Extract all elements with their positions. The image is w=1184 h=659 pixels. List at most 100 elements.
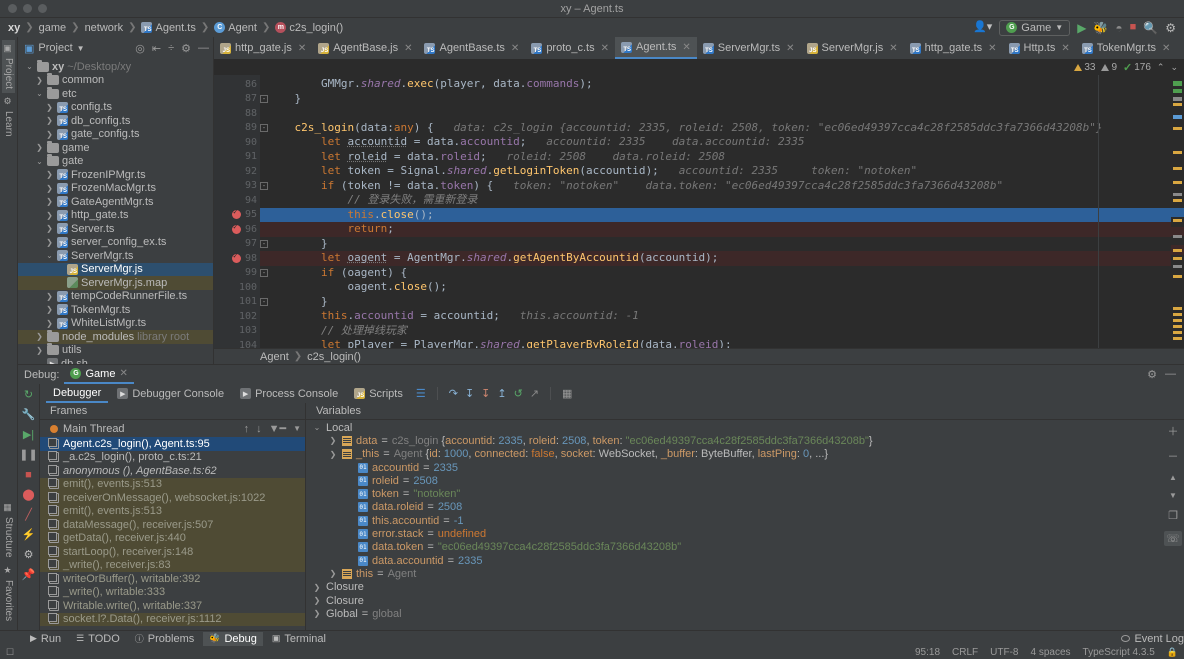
chevron-right-icon[interactable]: ❯ xyxy=(35,346,44,355)
error-stripe[interactable] xyxy=(1171,75,1184,348)
variable-row[interactable]: ❯ _this = Agent {id: 1000, connected: fal… xyxy=(306,448,1162,461)
inspection-widget[interactable]: 33 9 ✓ 176 ⌃ ⌄ xyxy=(214,59,1184,75)
tree-node-db-sh[interactable]: ·▶db.sh xyxy=(18,357,213,364)
chevron-right-icon[interactable]: ❯ xyxy=(328,450,338,459)
chevron-down-icon[interactable]: ⌄ xyxy=(35,89,44,98)
close-icon[interactable]: ✕ xyxy=(786,43,794,54)
code-line-90[interactable]: let accountid = data.accountid; accounti… xyxy=(260,135,1171,150)
tree-node-whitelistmgr-ts[interactable]: ❯ TS WhiteListMgr.ts xyxy=(18,317,213,331)
chevron-right-icon[interactable]: ❯ xyxy=(45,170,54,179)
evaluate-expression-icon[interactable]: ↗ xyxy=(530,387,539,400)
variable-row[interactable]: 01 data.token = "ec06ed49397cca4c28f2585d… xyxy=(306,541,1162,554)
tree-node-servermgr-js-map[interactable]: · ServerMgr.js.map xyxy=(18,276,213,290)
code-line-87[interactable]: } xyxy=(260,92,1171,107)
minimize-icon[interactable]: — xyxy=(1165,368,1176,381)
language-version[interactable]: TypeScript 4.3.5 xyxy=(1083,647,1155,658)
checks-count[interactable]: ✓ 176 xyxy=(1123,61,1151,74)
tab-process-console[interactable]: ▶ Process Console xyxy=(233,386,345,402)
variable-row[interactable]: ❯ data = c2s_login {accountid: 2335, role… xyxy=(306,434,1162,447)
gutter-line-94[interactable]: 94 xyxy=(214,193,260,208)
collapse-all-icon[interactable]: ⇤ xyxy=(152,42,161,55)
minimize-icon[interactable]: — xyxy=(198,42,209,54)
code-line-103[interactable]: // 处理掉线玩家 xyxy=(260,324,1171,339)
gutter-line-90[interactable]: 90 xyxy=(214,135,260,150)
run-coverage-icon[interactable]: ◓ xyxy=(1115,22,1122,34)
weak-warnings-count[interactable]: 9 xyxy=(1101,62,1117,73)
stripe-marker[interactable] xyxy=(1173,235,1182,238)
stripe-marker[interactable] xyxy=(1171,208,1184,217)
event-log-button[interactable]: Event Log xyxy=(1121,633,1184,645)
frame-item[interactable]: emit(), events.js:513 xyxy=(40,504,305,518)
filter-icon[interactable]: ▼━ xyxy=(269,422,287,435)
stripe-marker[interactable] xyxy=(1173,97,1182,101)
chevron-right-icon[interactable]: ❯ xyxy=(35,76,44,85)
close-icon[interactable]: ✕ xyxy=(682,42,690,53)
stripe-marker[interactable] xyxy=(1173,151,1182,154)
variable-row[interactable]: ❯ this = Agent xyxy=(306,567,1162,580)
frame-item[interactable]: anonymous (), AgentBase.ts:62 xyxy=(40,464,305,478)
tree-node-servermgr-ts[interactable]: ⌄ TS ServerMgr.ts xyxy=(18,249,213,263)
code-line-86[interactable]: GMMgr.shared.exec(player, data.commands)… xyxy=(260,77,1171,92)
maximize-window-button[interactable] xyxy=(38,4,47,13)
breakpoint-icon[interactable] xyxy=(232,251,241,263)
code-line-104[interactable]: let pPlayer = PlayerMgr.shared.getPlayer… xyxy=(260,338,1171,348)
stripe-marker[interactable] xyxy=(1173,337,1182,340)
code-area[interactable]: 86 87-88 89-90 91 92 93-94 95 96 97-98 99-100 101-… xyxy=(214,75,1184,348)
stripe-marker[interactable] xyxy=(1173,89,1182,93)
chevron-down-icon[interactable]: ▼ xyxy=(77,44,85,53)
pause-icon[interactable]: ❚❚ xyxy=(19,448,37,461)
frame-item[interactable]: _a.c2s_login(), proto_c.ts:21 xyxy=(40,451,305,465)
code-line-102[interactable]: this.accountid = accountid; this.account… xyxy=(260,309,1171,324)
variable-row[interactable]: 01 error.stack = undefined xyxy=(306,527,1162,540)
file-encoding[interactable]: UTF-8 xyxy=(990,647,1018,658)
code-line-96[interactable]: return; xyxy=(260,222,1171,237)
chevron-right-icon[interactable]: ❯ xyxy=(312,583,322,592)
chevron-right-icon[interactable]: ❯ xyxy=(45,103,54,112)
frame-item[interactable]: Writable.write(), writable:337 xyxy=(40,599,305,613)
gutter-line-88[interactable]: 88 xyxy=(214,106,260,121)
gutter-line-101[interactable]: 101- xyxy=(214,295,268,310)
chevron-down-icon[interactable]: ⌄ xyxy=(45,251,54,260)
frame-item[interactable]: Agent.c2s_login(), Agent.ts:95 xyxy=(40,437,305,451)
editor-tab-http_gate-js[interactable]: JS http_gate.js ✕ xyxy=(214,37,312,59)
tree-node-frozenmacmgr-ts[interactable]: ❯ TS FrozenMacMgr.ts xyxy=(18,182,213,196)
editor-tab-agentbase-ts[interactable]: TS AgentBase.ts ✕ xyxy=(418,37,525,59)
editor-breadcrumb[interactable]: Agent ❯ c2s_login() xyxy=(214,348,1184,364)
view-breakpoints-icon[interactable]: ╱ xyxy=(22,508,35,521)
editor-tab-proto_c-ts[interactable]: TS proto_c.ts ✕ xyxy=(525,37,615,59)
indent-setting[interactable]: 4 spaces xyxy=(1030,647,1070,658)
thread-selector[interactable]: Main Thread ↑ ↓ ▼━ ▼ xyxy=(40,420,305,437)
frame-item[interactable]: receiverOnMessage(), websocket.js:1022 xyxy=(40,491,305,505)
breadcrumb-item-game[interactable]: game xyxy=(38,22,68,34)
code-line-88[interactable] xyxy=(260,106,1171,121)
code-lines[interactable]: GMMgr.shared.exec(player, data.commands)… xyxy=(260,75,1171,348)
gutter-line-103[interactable]: 103 xyxy=(214,324,260,339)
tree-node-config-ts[interactable]: ❯ TS config.ts xyxy=(18,101,213,115)
tree-node-tempcoderunnerfile-ts[interactable]: ❯ TS tempCodeRunnerFile.ts xyxy=(18,290,213,304)
stripe-marker[interactable] xyxy=(1173,307,1182,310)
code-line-98[interactable]: let oagent = AgentMgr.shared.getAgentByA… xyxy=(260,251,1171,266)
breadcrumb-item-network[interactable]: network xyxy=(84,22,125,34)
breakpoint-icon[interactable] xyxy=(232,222,241,234)
editor-tab-agentbase-js[interactable]: JS AgentBase.js ✕ xyxy=(312,37,418,59)
stripe-marker[interactable] xyxy=(1173,331,1182,334)
variables-list[interactable]: ⌄ Local ❯ data = c2s_login {accountid: 2335… xyxy=(306,420,1162,630)
editor-tab-agent-ts[interactable]: TS Agent.ts ✕ xyxy=(615,37,697,59)
gutter-line-89[interactable]: 89- xyxy=(214,121,268,136)
close-icon[interactable]: ✕ xyxy=(988,43,996,54)
stop-icon[interactable]: ■ xyxy=(22,468,35,481)
chevron-right-icon[interactable]: ❯ xyxy=(45,211,54,220)
chevron-down-icon[interactable]: ⌄ xyxy=(1170,62,1178,73)
gutter-line-98[interactable]: 98 xyxy=(214,251,260,266)
stripe-marker[interactable] xyxy=(1173,313,1182,316)
variable-row[interactable]: ⌄ Local xyxy=(306,421,1162,434)
chevron-right-icon[interactable]: ❯ xyxy=(45,305,54,314)
line-separator[interactable]: CRLF xyxy=(952,647,978,658)
code-line-101[interactable]: } xyxy=(260,295,1171,310)
gear-icon[interactable]: ⚙ xyxy=(1165,22,1176,34)
tree-node-tokenmgr-ts[interactable]: ❯ TS TokenMgr.ts xyxy=(18,303,213,317)
gutter-line-96[interactable]: 96 xyxy=(214,222,260,237)
tree-node-gateagentmgr-ts[interactable]: ❯ TS GateAgentMgr.ts xyxy=(18,195,213,209)
tab-scripts[interactable]: JS Scripts xyxy=(347,386,410,402)
code-line-100[interactable]: oagent.close(); xyxy=(260,280,1171,295)
